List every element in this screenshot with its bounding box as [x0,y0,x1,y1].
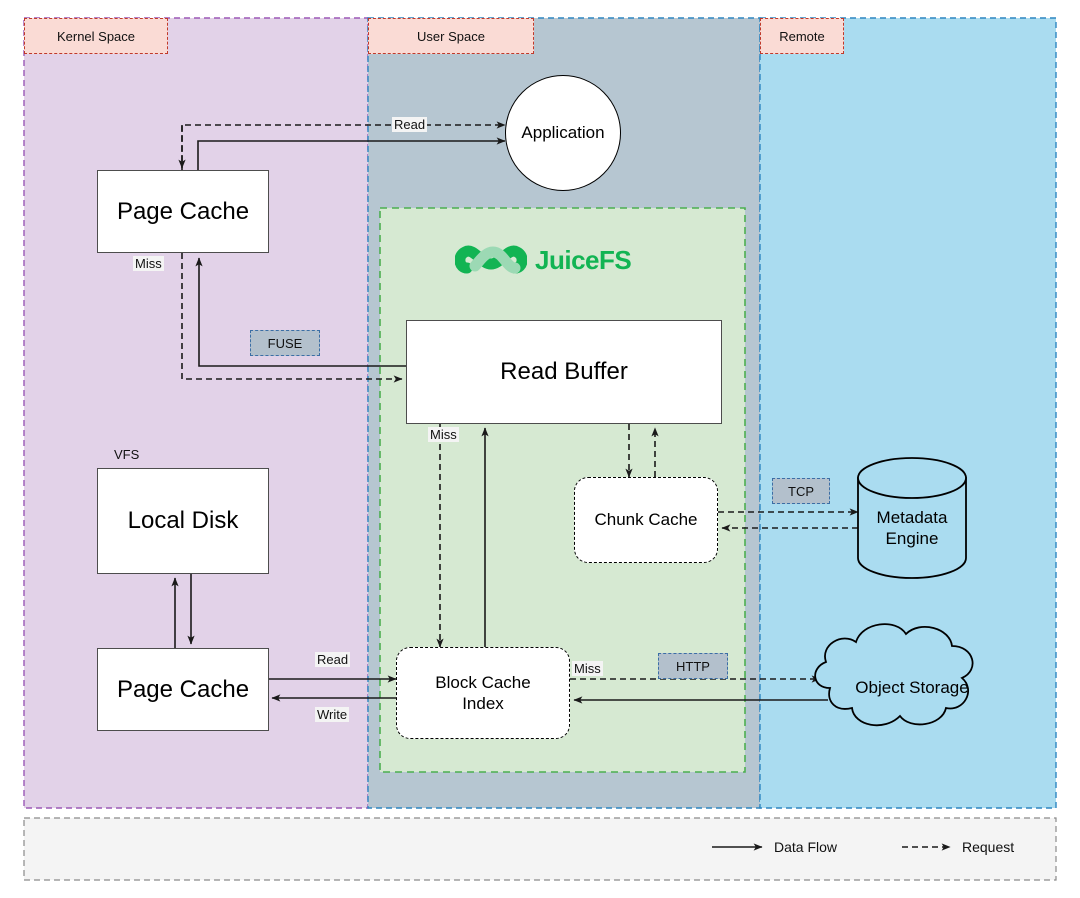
zone-label-kernel-space-text: Kernel Space [56,28,136,44]
protocol-chip-tcp-text: TCP [788,483,814,499]
edge-label-read-disk-text: Read [317,652,349,667]
edge-label-read-top: Read [392,117,428,132]
node-chunk-cache-label: Chunk Cache [594,510,698,530]
legend-request-text: Request [962,839,1015,855]
node-application[interactable]: Application [505,75,621,191]
zone-legend [23,817,1057,881]
node-page-cache-bottom[interactable]: Page Cache [97,648,269,731]
node-chunk-cache[interactable]: Chunk Cache [574,477,718,563]
annotation-vfs: VFS [114,447,139,462]
node-read-buffer[interactable]: Read Buffer [406,320,722,424]
zone-label-user-space-text: User Space [417,28,485,44]
legend-data-flow-label: Data Flow [774,839,837,855]
node-local-disk-label: Local Disk [127,507,239,534]
diagram-canvas: Kernel Space User Space Remote JuiceFS A… [0,0,1080,898]
node-block-cache-index-label-line1: Block Cache [435,672,531,692]
node-local-disk[interactable]: Local Disk [97,468,269,574]
edge-label-write-disk: Write [315,707,350,722]
edge-label-miss-block-cache: Miss [572,661,603,676]
edge-label-miss-page-cache-text: Miss [135,256,162,271]
zone-label-remote-text: Remote [779,28,825,44]
edge-label-miss-block-cache-text: Miss [574,661,601,676]
node-application-label: Application [521,123,605,143]
edge-label-write-disk-text: Write [317,707,348,722]
node-object-storage-label: Object Storage [855,678,969,698]
node-block-cache-index-label-line2: Index [462,694,504,713]
annotation-vfs-text: VFS [114,447,140,462]
node-metadata-engine-label-line2: Engine [885,529,939,548]
node-page-cache-bottom-label: Page Cache [116,675,250,703]
juicefs-infinity-icon [455,245,527,274]
node-metadata-engine-label-line1: Metadata [876,507,948,527]
edge-label-read-disk: Read [315,652,351,667]
juicefs-logo-text: JuiceFS [535,244,632,275]
node-metadata-engine[interactable]: Metadata Engine [858,488,966,568]
protocol-chip-http-text: HTTP [676,658,710,674]
zone-label-user-space: User Space [368,18,534,54]
edge-label-miss-page-cache: Miss [133,256,164,271]
protocol-chip-http: HTTP [658,653,728,679]
edge-label-miss-read-buffer: Miss [428,427,459,442]
node-block-cache-index[interactable]: Block Cache Index [396,647,570,739]
zone-label-kernel-space: Kernel Space [24,18,168,54]
node-object-storage[interactable]: Object Storage [828,668,996,708]
zone-label-remote: Remote [760,18,844,54]
legend-request-label: Request [962,839,1014,855]
protocol-chip-fuse-text: FUSE [267,335,303,351]
node-read-buffer-label: Read Buffer [500,358,628,385]
legend-data-flow-text: Data Flow [774,839,838,855]
protocol-chip-fuse: FUSE [250,330,320,356]
node-page-cache-top[interactable]: Page Cache [97,170,269,253]
edge-label-miss-read-buffer-text: Miss [430,427,457,442]
node-page-cache-top-label: Page Cache [116,197,250,225]
juicefs-logo: JuiceFS [455,238,632,282]
edge-label-read-top-text: Read [394,117,426,132]
protocol-chip-tcp: TCP [772,478,830,504]
